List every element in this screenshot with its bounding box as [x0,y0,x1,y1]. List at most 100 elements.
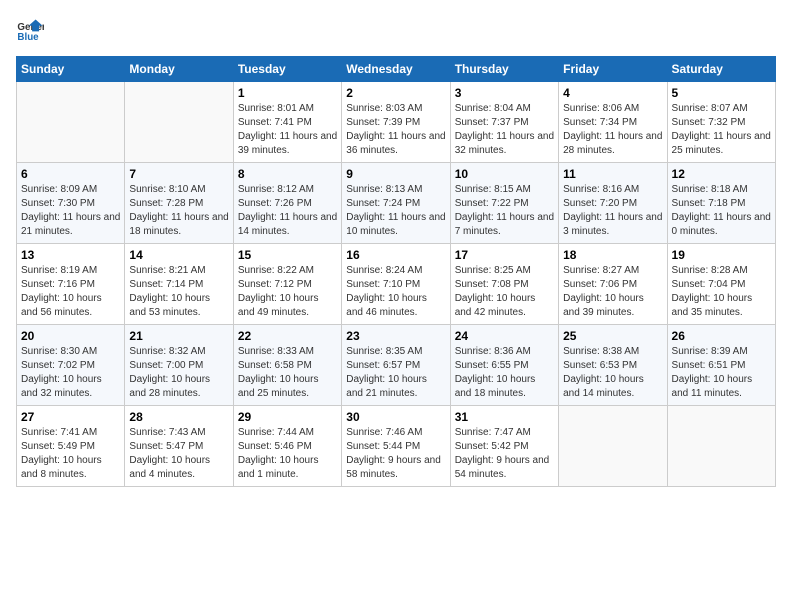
day-number: 15 [238,248,337,262]
day-cell: 20 Sunrise: 8:30 AM Sunset: 7:02 PM Dayli… [17,325,125,406]
day-number: 9 [346,167,445,181]
day-number: 12 [672,167,771,181]
day-cell: 5 Sunrise: 8:07 AM Sunset: 7:32 PM Daylig… [667,82,775,163]
calendar-table: SundayMondayTuesdayWednesdayThursdayFrid… [16,56,776,487]
calendar-body: 1Sunrise: 8:01 AM Sunset: 7:41 PM Daylig… [17,82,776,487]
day-info: Sunrise: 8:33 AM Sunset: 6:58 PM Dayligh… [238,345,337,401]
day-info: Sunrise: 8:27 AM Sunset: 7:06 PM Dayligh… [563,264,662,320]
day-info: Sunrise: 8:13 AM Sunset: 7:24 PM Dayligh… [346,183,445,239]
day-info: Sunrise: 7:41 AM Sunset: 5:49 PM Dayligh… [21,426,120,482]
week-row-4: 20 Sunrise: 8:30 AM Sunset: 7:02 PM Dayli… [17,325,776,406]
day-info: Sunrise: 7:46 AM Sunset: 5:44 PM Dayligh… [346,426,445,482]
day-number: 20 [21,329,120,343]
day-cell: 26 Sunrise: 8:39 AM Sunset: 6:51 PM Dayli… [667,325,775,406]
week-row-3: 13Sunrise: 8:19 AM Sunset: 7:16 PM Dayli… [17,244,776,325]
day-info: Sunrise: 7:47 AM Sunset: 5:42 PM Dayligh… [455,426,554,482]
day-cell [125,82,233,163]
calendar-header: SundayMondayTuesdayWednesdayThursdayFrid… [17,57,776,82]
day-cell: 29Sunrise: 7:44 AM Sunset: 5:46 PM Dayli… [233,406,341,487]
day-info: Sunrise: 8:16 AM Sunset: 7:20 PM Dayligh… [563,183,662,239]
day-number: 30 [346,410,445,424]
day-info: Sunrise: 8:04 AM Sunset: 7:37 PM Dayligh… [455,102,554,158]
logo: General Blue [16,16,48,44]
day-number: 11 [563,167,662,181]
day-cell: 19 Sunrise: 8:28 AM Sunset: 7:04 PM Dayli… [667,244,775,325]
day-info: Sunrise: 8:25 AM Sunset: 7:08 PM Dayligh… [455,264,554,320]
day-number: 3 [455,86,554,100]
day-cell: 8Sunrise: 8:12 AM Sunset: 7:26 PM Daylig… [233,163,341,244]
day-number: 16 [346,248,445,262]
day-number: 7 [129,167,228,181]
day-number: 22 [238,329,337,343]
header-cell-wednesday: Wednesday [342,57,450,82]
day-info: Sunrise: 7:43 AM Sunset: 5:47 PM Dayligh… [129,426,228,482]
day-cell [17,82,125,163]
day-info: Sunrise: 8:22 AM Sunset: 7:12 PM Dayligh… [238,264,337,320]
header-cell-thursday: Thursday [450,57,558,82]
day-cell: 7 Sunrise: 8:10 AM Sunset: 7:28 PM Daylig… [125,163,233,244]
day-info: Sunrise: 8:39 AM Sunset: 6:51 PM Dayligh… [672,345,771,401]
day-number: 28 [129,410,228,424]
day-number: 17 [455,248,554,262]
day-number: 23 [346,329,445,343]
day-number: 4 [563,86,662,100]
day-number: 10 [455,167,554,181]
day-cell: 3 Sunrise: 8:04 AM Sunset: 7:37 PM Daylig… [450,82,558,163]
day-info: Sunrise: 8:06 AM Sunset: 7:34 PM Dayligh… [563,102,662,158]
day-cell [667,406,775,487]
day-info: Sunrise: 8:12 AM Sunset: 7:26 PM Dayligh… [238,183,337,239]
day-cell [559,406,667,487]
day-cell: 11 Sunrise: 8:16 AM Sunset: 7:20 PM Dayli… [559,163,667,244]
day-number: 2 [346,86,445,100]
day-cell: 30 Sunrise: 7:46 AM Sunset: 5:44 PM Dayli… [342,406,450,487]
week-row-1: 1Sunrise: 8:01 AM Sunset: 7:41 PM Daylig… [17,82,776,163]
day-number: 26 [672,329,771,343]
day-number: 31 [455,410,554,424]
header-cell-sunday: Sunday [17,57,125,82]
header-cell-tuesday: Tuesday [233,57,341,82]
day-cell: 31 Sunrise: 7:47 AM Sunset: 5:42 PM Dayli… [450,406,558,487]
day-cell: 17 Sunrise: 8:25 AM Sunset: 7:08 PM Dayli… [450,244,558,325]
day-number: 6 [21,167,120,181]
header-cell-saturday: Saturday [667,57,775,82]
day-info: Sunrise: 8:21 AM Sunset: 7:14 PM Dayligh… [129,264,228,320]
day-cell: 23 Sunrise: 8:35 AM Sunset: 6:57 PM Dayli… [342,325,450,406]
day-cell: 13Sunrise: 8:19 AM Sunset: 7:16 PM Dayli… [17,244,125,325]
day-number: 14 [129,248,228,262]
day-cell: 16 Sunrise: 8:24 AM Sunset: 7:10 PM Dayli… [342,244,450,325]
day-cell: 28 Sunrise: 7:43 AM Sunset: 5:47 PM Dayli… [125,406,233,487]
header-cell-friday: Friday [559,57,667,82]
day-info: Sunrise: 8:09 AM Sunset: 7:30 PM Dayligh… [21,183,120,239]
day-number: 13 [21,248,120,262]
day-number: 24 [455,329,554,343]
day-number: 19 [672,248,771,262]
day-cell: 24Sunrise: 8:36 AM Sunset: 6:55 PM Dayli… [450,325,558,406]
day-cell: 27 Sunrise: 7:41 AM Sunset: 5:49 PM Dayli… [17,406,125,487]
header-row: SundayMondayTuesdayWednesdayThursdayFrid… [17,57,776,82]
day-info: Sunrise: 8:24 AM Sunset: 7:10 PM Dayligh… [346,264,445,320]
day-info: Sunrise: 8:10 AM Sunset: 7:28 PM Dayligh… [129,183,228,239]
day-cell: 25Sunrise: 8:38 AM Sunset: 6:53 PM Dayli… [559,325,667,406]
day-number: 21 [129,329,228,343]
day-number: 5 [672,86,771,100]
logo-icon: General Blue [16,16,44,44]
day-info: Sunrise: 8:35 AM Sunset: 6:57 PM Dayligh… [346,345,445,401]
week-row-5: 27 Sunrise: 7:41 AM Sunset: 5:49 PM Dayli… [17,406,776,487]
day-number: 27 [21,410,120,424]
page-header: General Blue [16,16,776,44]
day-cell: 2Sunrise: 8:03 AM Sunset: 7:39 PM Daylig… [342,82,450,163]
day-info: Sunrise: 8:32 AM Sunset: 7:00 PM Dayligh… [129,345,228,401]
day-info: Sunrise: 8:18 AM Sunset: 7:18 PM Dayligh… [672,183,771,239]
day-cell: 1Sunrise: 8:01 AM Sunset: 7:41 PM Daylig… [233,82,341,163]
day-cell: 21 Sunrise: 8:32 AM Sunset: 7:00 PM Dayli… [125,325,233,406]
day-number: 1 [238,86,337,100]
day-cell: 14 Sunrise: 8:21 AM Sunset: 7:14 PM Dayli… [125,244,233,325]
day-cell: 4 Sunrise: 8:06 AM Sunset: 7:34 PM Daylig… [559,82,667,163]
day-number: 25 [563,329,662,343]
day-info: Sunrise: 8:30 AM Sunset: 7:02 PM Dayligh… [21,345,120,401]
header-cell-monday: Monday [125,57,233,82]
svg-text:Blue: Blue [17,32,39,43]
day-cell: 18Sunrise: 8:27 AM Sunset: 7:06 PM Dayli… [559,244,667,325]
day-info: Sunrise: 8:07 AM Sunset: 7:32 PM Dayligh… [672,102,771,158]
day-info: Sunrise: 8:28 AM Sunset: 7:04 PM Dayligh… [672,264,771,320]
